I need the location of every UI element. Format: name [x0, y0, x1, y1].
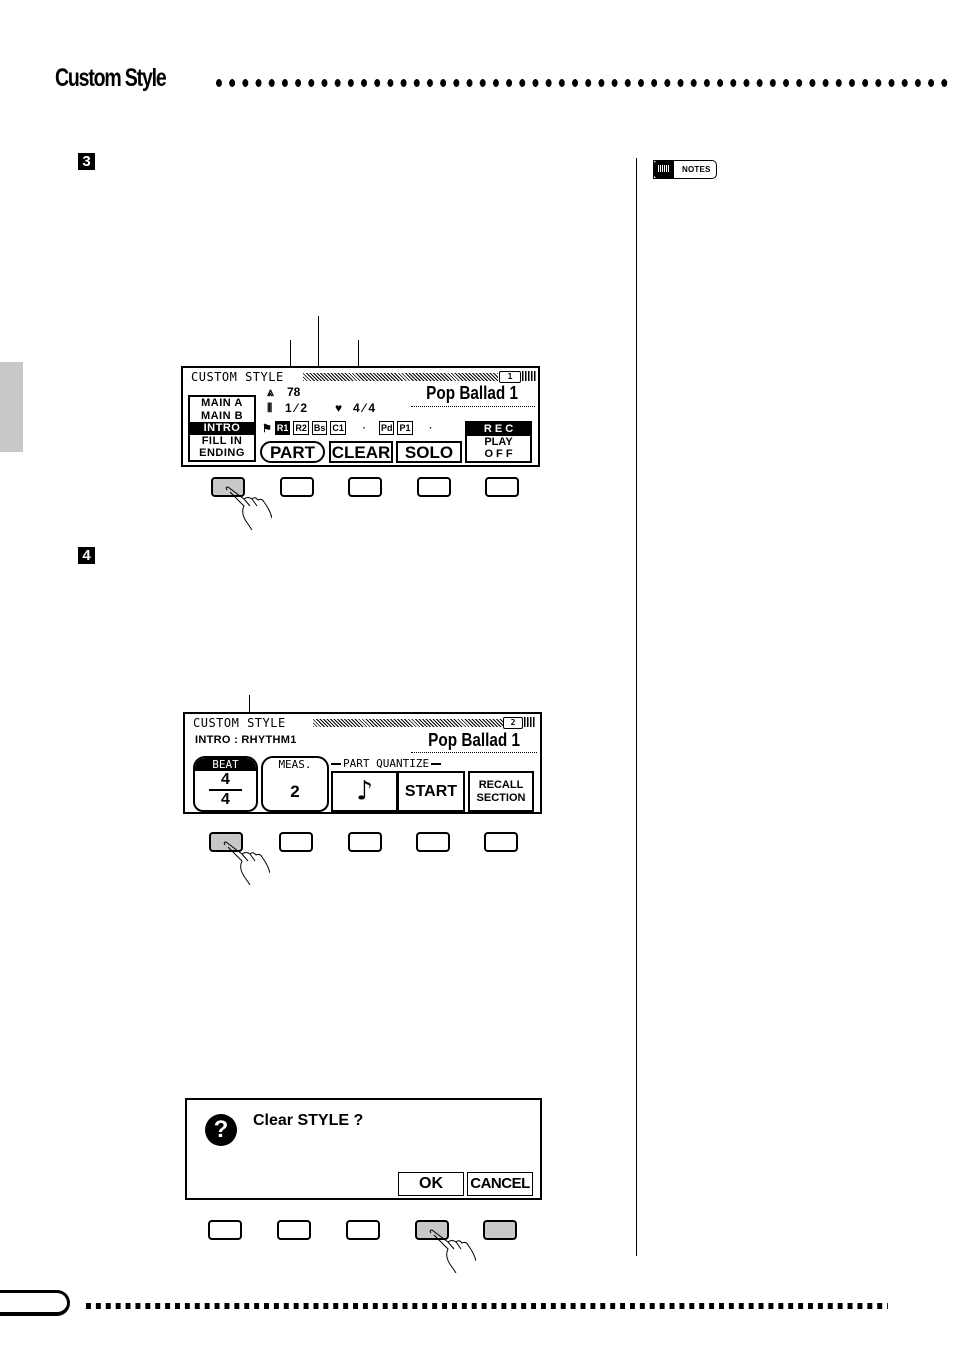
lcd-button-1[interactable]	[208, 1220, 242, 1240]
section-main-a[interactable]: MAIN A	[190, 397, 254, 410]
lcd-button-3[interactable]	[346, 1220, 380, 1240]
mode-rec[interactable]: R E C	[467, 423, 530, 436]
sixteenth-note-icon: ♪	[356, 774, 373, 807]
record-mode-selector[interactable]: R E C PLAY O F F	[465, 421, 532, 463]
page-tab-stripes	[522, 371, 536, 381]
measure-control[interactable]: MEAS. 2	[261, 756, 329, 812]
recall-label-2: SECTION	[476, 792, 526, 804]
part-separator: ·	[427, 422, 434, 434]
lcd-button-2[interactable]	[280, 477, 314, 497]
lcd-button-4[interactable]	[416, 832, 450, 852]
beat-denominator: 4	[221, 791, 230, 808]
start-button[interactable]: START	[397, 771, 465, 812]
part-p1[interactable]: P1	[397, 421, 413, 435]
measure-label: MEAS.	[278, 758, 312, 771]
section-list[interactable]: MAIN A MAIN B INTRO FILL IN ENDING	[188, 395, 256, 462]
pressing-hand-icon	[223, 841, 270, 885]
lcd-button-3[interactable]	[348, 832, 382, 852]
title-bar-hatch	[303, 373, 498, 381]
ok-button[interactable]: OK	[398, 1172, 464, 1196]
page-indicator: 1	[499, 371, 521, 383]
keyboard-speech-icon	[654, 161, 674, 178]
lcd-button-4[interactable]	[417, 477, 451, 497]
song-name: Pop Ballad 1	[428, 730, 520, 750]
lcd-button-3[interactable]	[348, 477, 382, 497]
lcd-title: CUSTOM STYLE	[191, 370, 284, 384]
step-3-badge: 3	[78, 153, 95, 170]
beat-label: BEAT	[195, 758, 256, 771]
recall-label-1: RECALL	[478, 779, 524, 791]
step-4-badge: 4	[78, 547, 95, 564]
metronome-icon: ⩓	[267, 385, 274, 399]
section-intro[interactable]: INTRO	[190, 422, 254, 435]
mode-off[interactable]: O F F	[467, 448, 530, 460]
quantize-note-button[interactable]: ♪	[331, 771, 398, 812]
section-ending[interactable]: ENDING	[190, 447, 254, 460]
section-main-b[interactable]: MAIN B	[190, 410, 254, 423]
beat-heart-icon: ♥	[335, 401, 343, 415]
cancel-button[interactable]: CANCEL	[467, 1172, 533, 1196]
part-bass[interactable]: Bs	[311, 421, 328, 435]
lcd-button-2[interactable]	[277, 1220, 311, 1240]
flag-icon: ⚑	[262, 422, 272, 435]
part-pad[interactable]: Pd	[378, 421, 395, 435]
part-info: INTRO : RHYTHM1	[195, 734, 297, 746]
clear-style-dialog: ? Clear STYLE ? OK CANCEL	[185, 1098, 542, 1200]
lcd-title: CUSTOM STYLE	[193, 716, 286, 730]
song-underline	[411, 751, 537, 753]
page-number-tab	[0, 1290, 70, 1316]
dialog-message: Clear STYLE ?	[253, 1112, 364, 1129]
lcd-button-5[interactable]	[485, 477, 519, 497]
clear-button[interactable]: CLEAR	[329, 441, 393, 463]
lcd-screen-custom-style-page1: CUSTOM STYLE 1 ⩓ 78 ⦀ 1 ⁄ 2 ♥ 4 ⁄ 4 Pop …	[181, 366, 540, 467]
lcd-button-2[interactable]	[279, 832, 313, 852]
lcd-button-5[interactable]	[484, 832, 518, 852]
page-section-title: Custom Style	[55, 64, 167, 92]
part-quantize-label: PART QUANTIZE	[343, 757, 430, 770]
lcd-button-5[interactable]	[483, 1220, 517, 1240]
notes-column-divider	[636, 158, 637, 1256]
title-bar-hatch	[313, 719, 503, 727]
song-name: Pop Ballad 1	[426, 383, 518, 403]
part-c1[interactable]: C1	[330, 421, 346, 435]
measure-value: 2	[290, 782, 300, 801]
measure-icon: ⦀	[267, 401, 273, 415]
notes-label: NOTES	[682, 165, 711, 174]
part-separator: ·	[360, 422, 367, 434]
page-tab-stripes	[524, 717, 536, 727]
pressing-hand-icon	[429, 1229, 476, 1273]
part-quantize-header: PART QUANTIZE	[331, 757, 465, 770]
parts-row: ⚑ R1 R2 Bs C1 · Pd P1 ·	[262, 421, 446, 435]
solo-button[interactable]: SOLO	[396, 441, 462, 463]
question-icon: ?	[205, 1114, 237, 1146]
notes-badge: NOTES	[653, 160, 717, 179]
part-button[interactable]: PART	[260, 441, 325, 463]
song-underline	[411, 405, 535, 407]
part-r1[interactable]: R1	[274, 421, 291, 435]
section-fill-in[interactable]: FILL IN	[190, 435, 254, 448]
chapter-side-tab	[0, 362, 23, 452]
recall-section-button[interactable]: RECALL SECTION	[468, 771, 534, 812]
part-r2[interactable]: R2	[293, 421, 309, 435]
lcd-screen-custom-style-page2: CUSTOM STYLE 2 INTRO : RHYTHM1 Pop Balla…	[183, 712, 542, 814]
beat-numerator: 4	[221, 771, 230, 788]
tempo-value: 78	[287, 385, 301, 399]
header-dot-rule	[215, 78, 954, 88]
beat-control[interactable]: BEAT 4 4	[193, 756, 258, 812]
mode-play[interactable]: PLAY	[467, 436, 530, 448]
page-indicator: 2	[503, 717, 523, 729]
measure-value: 1 ⁄ 2	[285, 401, 308, 415]
pressing-hand-icon	[225, 486, 272, 530]
footer-dot-rule	[86, 1303, 888, 1309]
